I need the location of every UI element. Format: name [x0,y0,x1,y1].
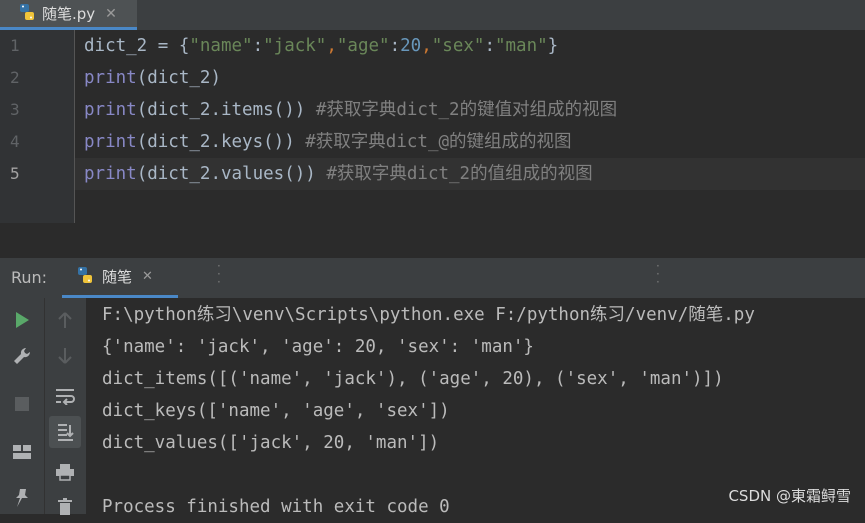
down-arrow-icon[interactable] [49,340,81,372]
scroll-to-end-icon[interactable] [49,416,81,448]
line-number: 5 [10,164,20,183]
watermark: CSDN @東霜鲟雪 [728,487,851,505]
layout-icon[interactable] [6,436,38,468]
options-dots-icon[interactable]: · · · [656,260,660,288]
code-line: dict_2 = {"name":"jack","age":20,"sex":"… [84,36,559,56]
editor-tab-bar: 随笔.py ✕ [0,0,865,31]
code-line: print(dict_2) [84,68,221,88]
run-panel-header: Run: 随笔 ✕ · · · · · · [0,258,865,298]
vertical-dots-icon: · · · [217,259,221,289]
run-toolbar-secondary [44,298,87,515]
soft-wrap-icon[interactable] [49,380,81,412]
run-tab-label: 随笔 [102,268,133,286]
editor-tab-suibi[interactable]: 随笔.py ✕ [0,0,137,30]
code-line: print(dict_2.values()) #获取字典dict_2的值组成的视… [84,164,593,184]
console-line: dict_items([('name', 'jack'), ('age', 20… [102,369,724,389]
console-line: dict_keys(['name', 'age', 'sex']) [102,401,450,421]
console-line: Process finished with exit code 0 [102,497,450,517]
editor-tab-label: 随笔.py [42,5,96,23]
gutter-divider [74,30,75,223]
print-icon[interactable] [49,456,81,488]
python-file-icon [18,3,36,25]
trash-icon[interactable] [49,490,81,522]
up-arrow-icon[interactable] [49,304,81,336]
pin-icon[interactable] [6,482,38,514]
run-icon[interactable] [6,304,38,336]
console-line: F:\python练习\venv\Scripts\python.exe F:/p… [102,305,755,325]
wrench-icon[interactable] [6,340,38,372]
line-number: 2 [10,68,20,87]
console-line: dict_values(['jack', 20, 'man']) [102,433,440,453]
run-toolbar-primary [0,298,44,514]
line-number: 4 [10,132,20,151]
close-icon[interactable]: ✕ [105,6,117,22]
console-line: {'name': 'jack', 'age': 20, 'sex': 'man'… [102,337,534,357]
line-number: 1 [10,36,20,55]
code-line: print(dict_2.keys()) #获取字典dict_@的键组成的视图 [84,132,572,152]
code-editor[interactable]: 1 2 3 4 5 dict_2 = {"name":"jack","age":… [0,30,865,223]
stop-icon[interactable] [6,388,38,420]
console-output[interactable]: F:\python练习\venv\Scripts\python.exe F:/p… [86,298,865,517]
run-tab-suibi[interactable]: 随笔 ✕ [62,258,178,298]
run-title: Run: [11,268,48,287]
python-file-icon [76,266,94,288]
close-icon[interactable]: ✕ [142,269,153,284]
code-line: print(dict_2.items()) #获取字典dict_2的键值对组成的… [84,100,618,120]
line-number: 3 [10,100,20,119]
